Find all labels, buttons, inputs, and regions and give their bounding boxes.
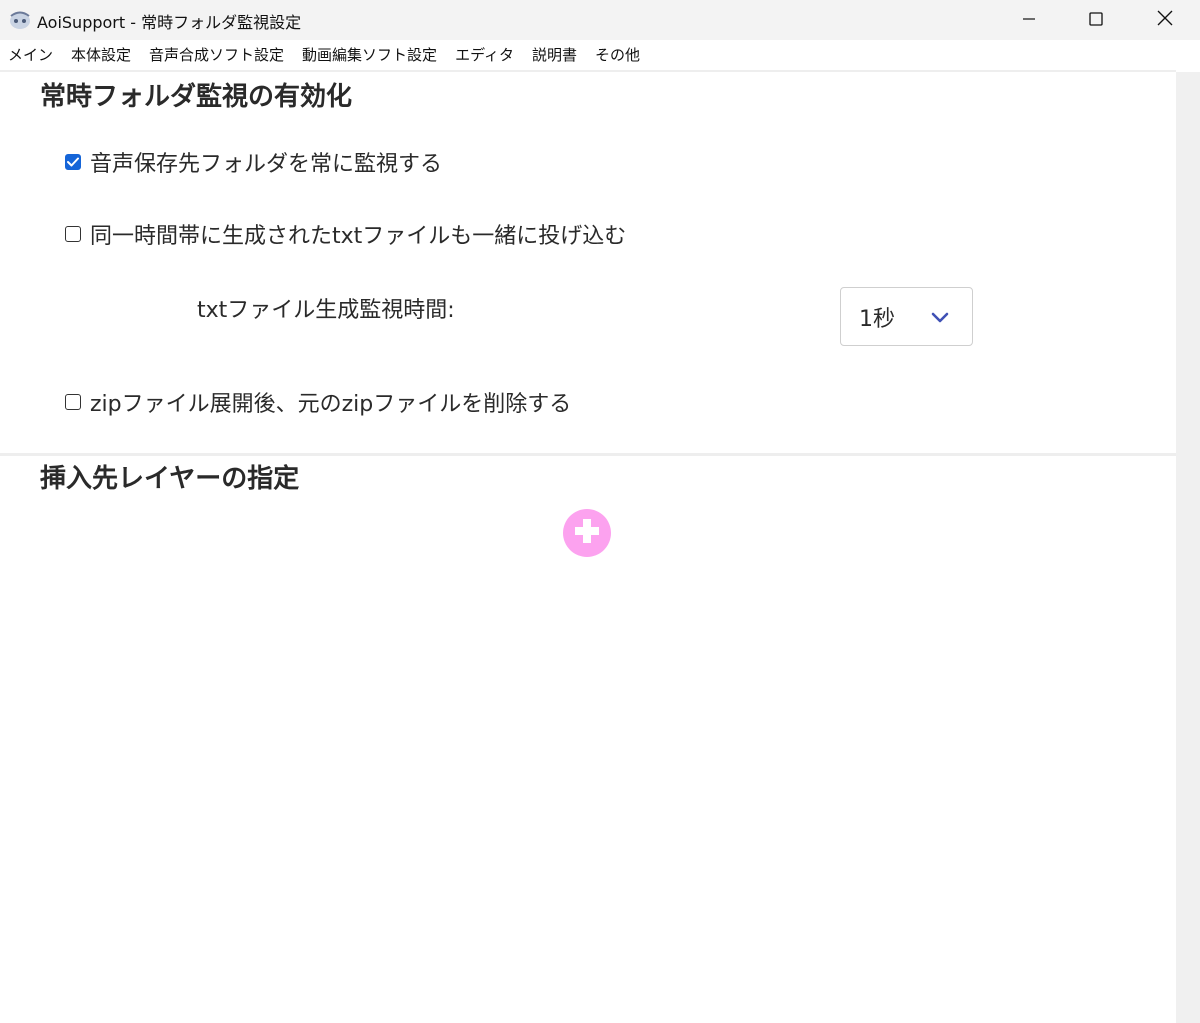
maximize-icon	[1089, 11, 1103, 30]
section-title-folder-watch: 常時フォルダ監視の有効化	[40, 82, 353, 112]
option-delete-zip-after-extract[interactable]: zipファイル展開後、元のzipファイルを削除する	[65, 386, 571, 418]
select-value: 1秒	[859, 306, 895, 332]
menu-item-video-editor-settings[interactable]: 動画編集ソフト設定	[293, 41, 446, 69]
option-include-txt-files[interactable]: 同一時間帯に生成されたtxtファイルも一緒に投げ込む	[65, 218, 626, 250]
option-label: 同一時間帯に生成されたtxtファイルも一緒に投げ込む	[90, 224, 627, 249]
option-label: 音声保存先フォルダを常に監視する	[90, 152, 443, 177]
app-logo-icon	[8, 10, 32, 30]
menu-item-app-settings[interactable]: 本体設定	[62, 41, 140, 69]
window-title: AoiSupport - 常時フォルダ監視設定	[37, 13, 302, 32]
option-label: zipファイル展開後、元のzipファイルを削除する	[90, 392, 572, 417]
add-layer-button[interactable]	[563, 509, 611, 557]
menu-item-voice-synth-settings[interactable]: 音声合成ソフト設定	[140, 41, 293, 69]
option-watch-audio-folder[interactable]: 音声保存先フォルダを常に監視する	[65, 146, 442, 178]
section-divider	[0, 453, 1176, 456]
menu-item-manual[interactable]: 説明書	[523, 41, 586, 69]
menu-item-main[interactable]: メイン	[0, 41, 62, 69]
checkbox-delete-zip-after-extract[interactable]	[65, 394, 81, 410]
title-bar: AoiSupport - 常時フォルダ監視設定	[0, 0, 1200, 40]
menu-item-other[interactable]: その他	[586, 41, 649, 69]
app-window: AoiSupport - 常時フォルダ監視設定 メイン 本体設定 音声合成ソフト…	[0, 0, 1200, 1023]
menu-bar: メイン 本体設定 音声合成ソフト設定 動画編集ソフト設定 エディタ 説明書 その…	[0, 40, 1200, 70]
section-title-insert-layer: 挿入先レイヤーの指定	[40, 464, 300, 494]
minimize-button[interactable]	[1006, 0, 1052, 40]
maximize-button[interactable]	[1073, 0, 1119, 40]
minimize-icon	[1022, 11, 1036, 30]
checkbox-include-txt-files[interactable]	[65, 226, 81, 242]
checkbox-watch-audio-folder[interactable]	[65, 154, 81, 170]
menu-item-editor[interactable]: エディタ	[446, 41, 523, 69]
plus-icon	[572, 516, 602, 550]
txt-watch-time-select[interactable]: 1秒	[840, 287, 973, 346]
settings-panel: 常時フォルダ監視の有効化 音声保存先フォルダを常に監視する 同一時間帯に生成され…	[0, 72, 1176, 1023]
txt-watch-time-label: txtファイル生成監視時間:	[197, 298, 455, 323]
chevron-down-icon	[930, 310, 950, 324]
close-icon	[1157, 10, 1173, 30]
close-button[interactable]	[1142, 0, 1188, 40]
vertical-scrollbar[interactable]	[1176, 72, 1200, 1023]
